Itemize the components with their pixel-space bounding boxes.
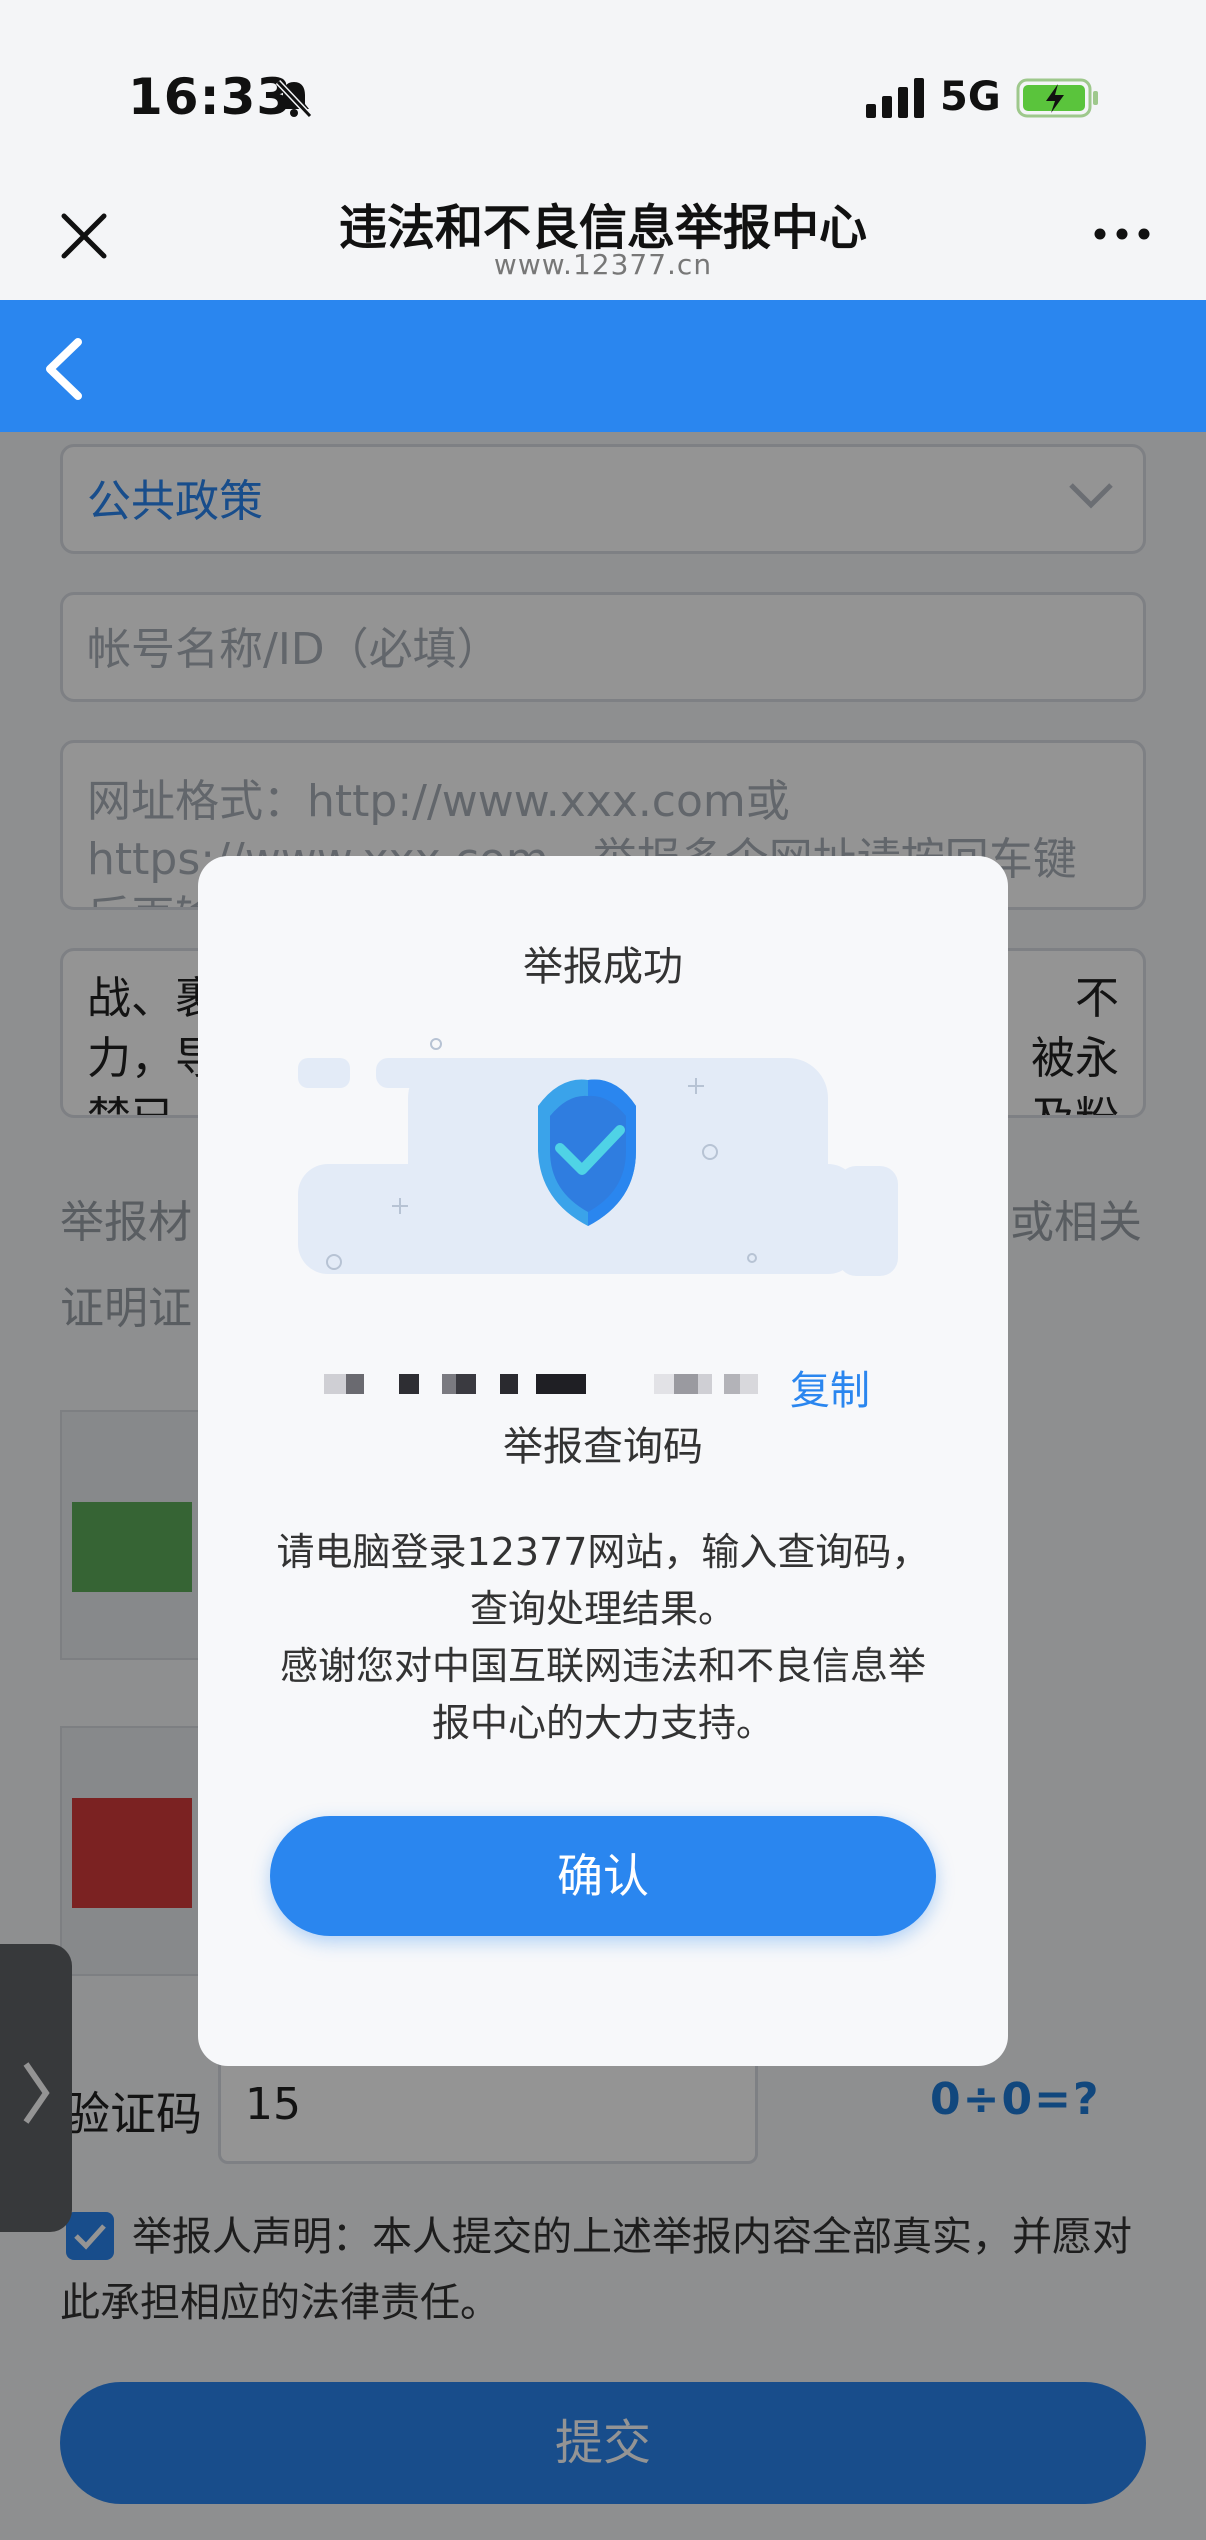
confirm-button[interactable]: 确认 (270, 1816, 936, 1936)
battery-charging-icon (1016, 78, 1098, 118)
success-dialog: 举报成功 复制 举报查询码 请电脑登录12377网站，输入查询码， 查询处理结果… (198, 856, 1008, 2066)
back-arrow-icon[interactable] (40, 334, 90, 404)
network-type: 5G (940, 74, 1001, 120)
success-shield-illustration (298, 1038, 898, 1276)
bell-muted-icon (275, 79, 313, 119)
dialog-title: 举报成功 (523, 944, 683, 990)
query-code-row: 复制 (198, 1358, 1008, 1418)
message-line: 报中心的大力支持。 (431, 1701, 774, 1745)
message-line: 请电脑登录12377网站，输入查询码， (276, 1530, 930, 1574)
query-code-redacted (324, 1374, 758, 1394)
dialog-message: 请电脑登录12377网站，输入查询码， 查询处理结果。 感谢您对中国互联网违法和… (258, 1524, 948, 1752)
message-line: 查询处理结果。 (469, 1587, 736, 1631)
status-time: 16:33 (128, 68, 293, 126)
app-header (0, 300, 1206, 432)
signal-icon (866, 78, 924, 118)
page-url: www.12377.cn (493, 248, 713, 281)
copy-button[interactable]: 复制 (790, 1358, 870, 1416)
query-code-label: 举报查询码 (503, 1424, 703, 1470)
more-icon[interactable] (1090, 214, 1154, 254)
message-line: 感谢您对中国互联网违法和不良信息举 (279, 1644, 926, 1688)
